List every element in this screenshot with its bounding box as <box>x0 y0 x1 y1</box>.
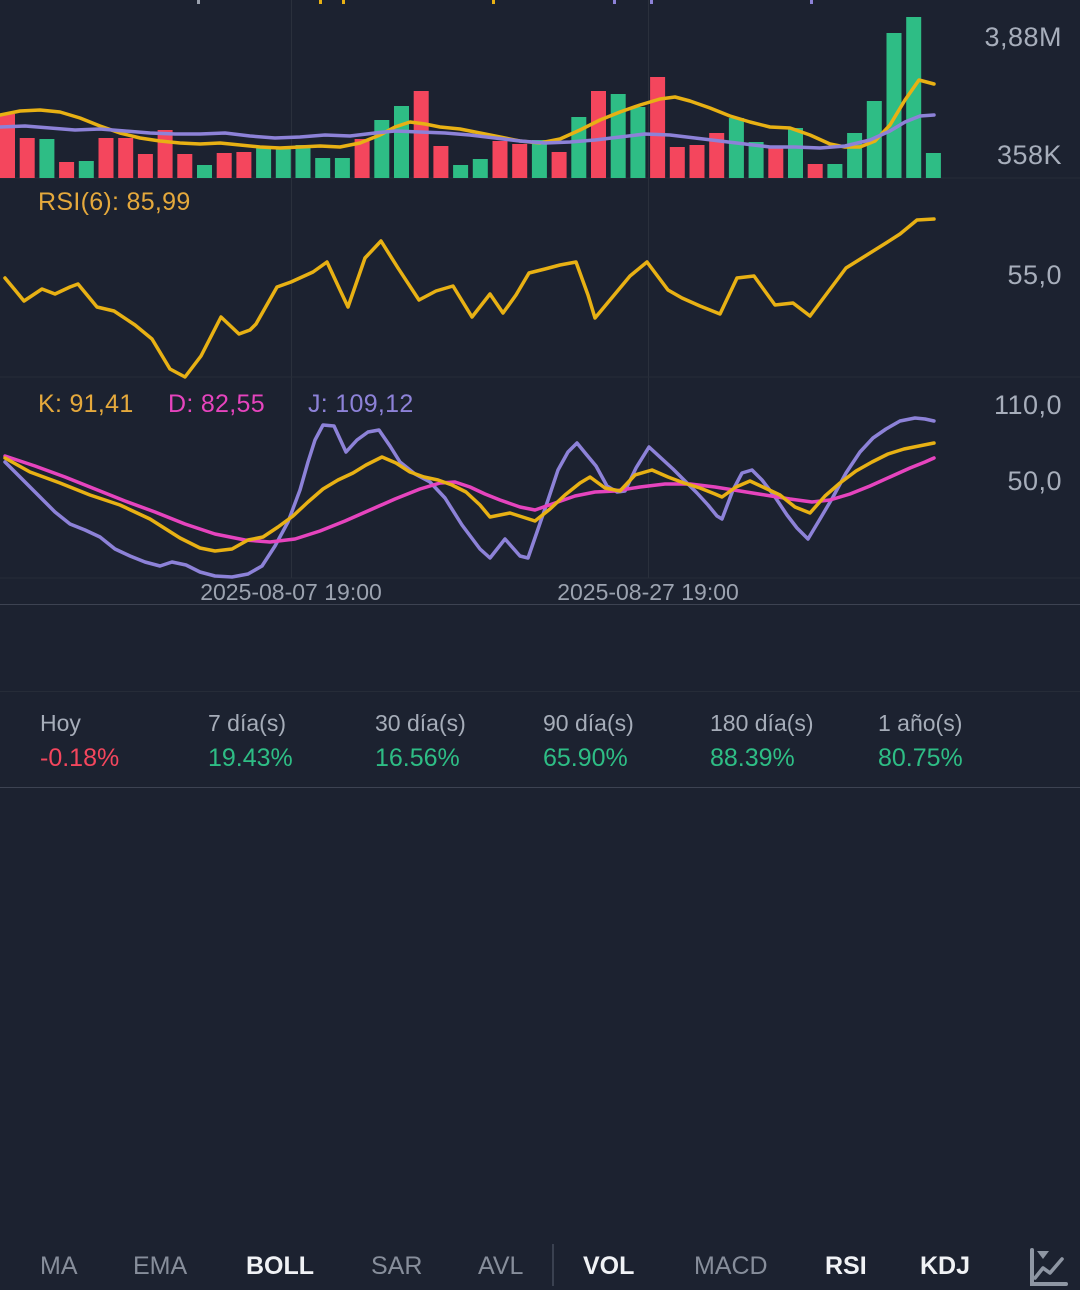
toolbar-divider <box>552 1244 554 1286</box>
tab-boll[interactable]: BOLL <box>246 1252 314 1281</box>
divider-above-stats <box>0 691 1080 692</box>
kdj-d-label: D: 82,55 <box>168 390 265 419</box>
chart-line-icon[interactable] <box>1024 1244 1070 1290</box>
tab-rsi[interactable]: RSI <box>825 1252 867 1281</box>
stat-label-180d: 180 día(s) <box>710 710 814 737</box>
divider-below-stats <box>0 787 1080 788</box>
volume-axis-max-label: 3,88M <box>984 22 1062 53</box>
tab-avl[interactable]: AVL <box>478 1252 523 1281</box>
volume-axis-min-label: 358K <box>997 140 1062 171</box>
stat-label-7d: 7 día(s) <box>208 710 286 737</box>
stat-value-180d: 88.39% <box>710 744 795 773</box>
stat-value-7d: 19.43% <box>208 744 293 773</box>
indicator-toolbar: MA EMA BOLL SAR AVL VOL MACD RSI KDJ <box>0 615 1080 691</box>
x-axis-date-2: 2025-08-27 19:00 <box>557 579 739 606</box>
kdj-j-label: J: 109,12 <box>308 390 414 419</box>
trading-chart-screen: { "colors": { "background": "#1C2230", "… <box>0 0 1080 810</box>
stat-value-hoy: -0.18% <box>40 744 119 773</box>
stat-value-30d: 16.56% <box>375 744 460 773</box>
x-axis-date-1: 2025-08-07 19:00 <box>200 579 382 606</box>
chart-canvas[interactable] <box>0 0 1080 610</box>
kdj-axis-bottom-label: 50,0 <box>1007 466 1062 497</box>
kdj-axis-top-label: 110,0 <box>994 390 1062 421</box>
divider-above-toolbar <box>0 604 1080 605</box>
tab-vol[interactable]: VOL <box>583 1252 634 1281</box>
stat-label-1y: 1 año(s) <box>878 710 962 737</box>
tab-ema[interactable]: EMA <box>133 1252 187 1281</box>
stat-label-30d: 30 día(s) <box>375 710 466 737</box>
stat-value-90d: 65.90% <box>543 744 628 773</box>
rsi-value-label: RSI(6): 85,99 <box>38 188 191 217</box>
rsi-axis-label: 55,0 <box>1007 260 1062 291</box>
kdj-k-label: K: 91,41 <box>38 390 134 419</box>
tab-sar[interactable]: SAR <box>371 1252 422 1281</box>
stat-label-hoy: Hoy <box>40 710 81 737</box>
stat-value-1y: 80.75% <box>878 744 963 773</box>
tab-kdj[interactable]: KDJ <box>920 1252 970 1281</box>
tab-macd[interactable]: MACD <box>694 1252 768 1281</box>
tab-ma[interactable]: MA <box>40 1252 78 1281</box>
stat-label-90d: 90 día(s) <box>543 710 634 737</box>
